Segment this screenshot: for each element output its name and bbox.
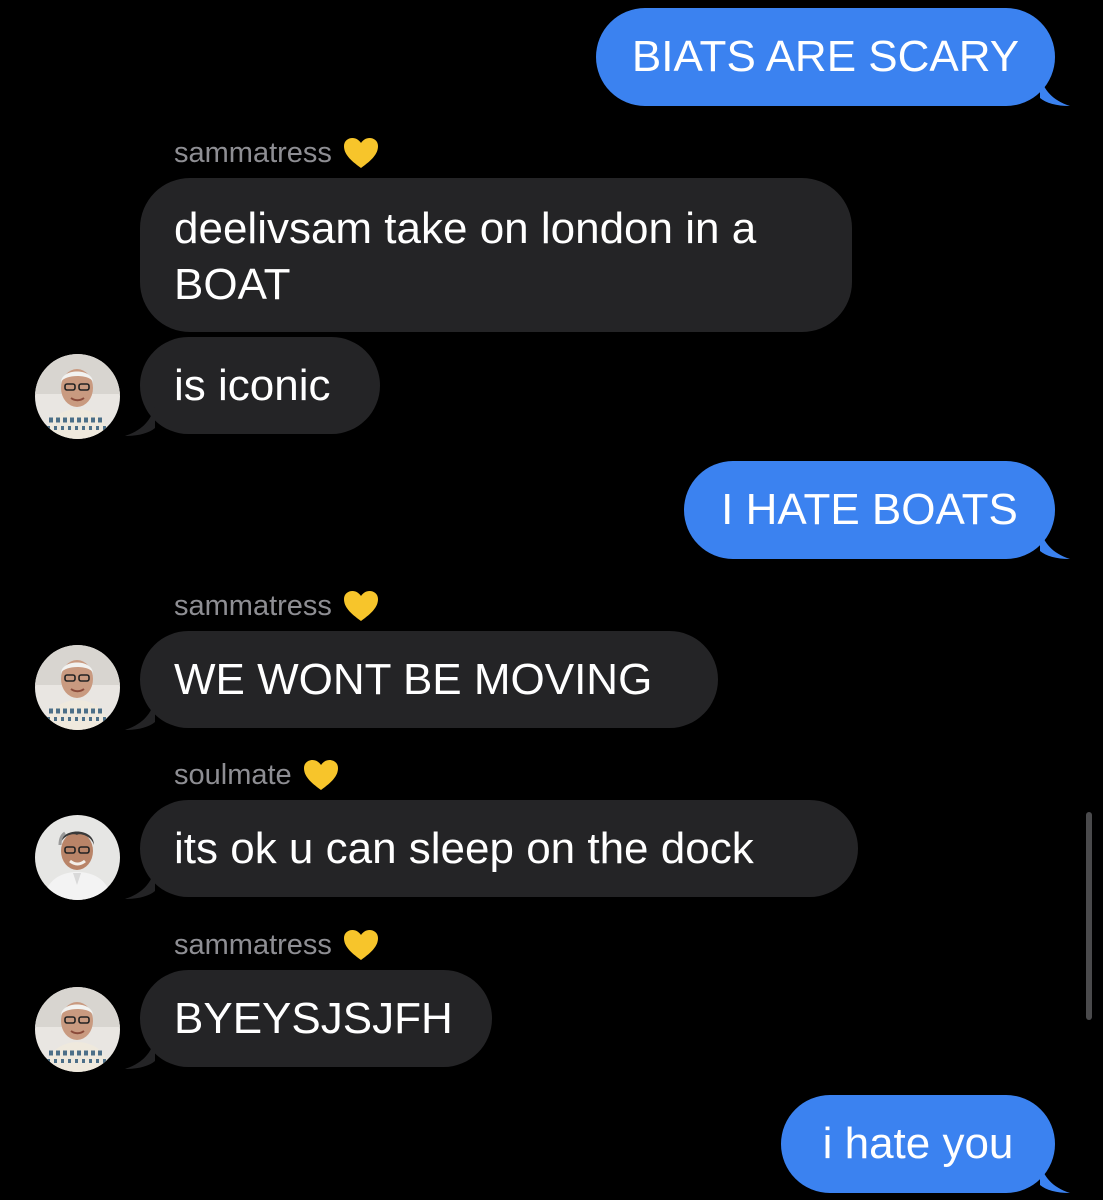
sent-bubble-tail: [1040, 1163, 1070, 1193]
message-text: is iconic: [174, 361, 331, 410]
sender-name: sammatress: [174, 929, 332, 961]
scroll-indicator[interactable]: [1086, 812, 1092, 1020]
sent-message-bubble[interactable]: I HATE BOATS: [684, 461, 1055, 559]
sent-message-bubble[interactable]: BIATS ARE SCARY: [596, 8, 1055, 106]
sender-name: sammatress: [174, 590, 332, 622]
message-text: BYEYSJSJFH: [174, 994, 453, 1043]
sent-message-bubble[interactable]: i hate you: [781, 1095, 1055, 1193]
sender-label: sammatress: [174, 136, 380, 170]
message-text: I HATE BOATS: [721, 485, 1018, 534]
sender-label: sammatress: [174, 928, 380, 962]
received-bubble-tail: [125, 1039, 155, 1069]
avatar-photo: [35, 987, 120, 1072]
sender-label: soulmate: [174, 758, 340, 792]
yellow-heart-icon: [343, 591, 378, 621]
avatar-photo: [35, 354, 120, 439]
yellow-heart-icon: [343, 930, 378, 960]
message-text: BIATS ARE SCARY: [631, 32, 1020, 81]
received-bubble-tail: [125, 406, 155, 436]
message-text: its ok u can sleep on the dock: [174, 824, 754, 873]
yellow-heart-icon: [303, 760, 338, 790]
yellow-heart-icon: [343, 138, 378, 168]
avatar-photo: [35, 645, 120, 730]
message-text: deelivsam take on london in a BOAT: [174, 204, 757, 309]
message-text: WE WONT BE MOVING: [174, 655, 653, 704]
avatar[interactable]: [35, 354, 120, 439]
received-bubble-tail: [125, 700, 155, 730]
sender-name: sammatress: [174, 137, 332, 169]
sender-label: sammatress: [174, 589, 380, 623]
received-message-bubble[interactable]: WE WONT BE MOVING: [140, 631, 718, 728]
sender-name: soulmate: [174, 759, 292, 791]
received-bubble-tail: [125, 869, 155, 899]
received-message-bubble[interactable]: deelivsam take on london in a BOAT: [140, 178, 852, 332]
received-message-bubble[interactable]: is iconic: [140, 337, 380, 434]
avatar[interactable]: [35, 987, 120, 1072]
received-message-bubble[interactable]: BYEYSJSJFH: [140, 970, 492, 1067]
sent-bubble-tail: [1040, 76, 1070, 106]
message-text: i hate you: [822, 1119, 1014, 1168]
avatar[interactable]: [35, 645, 120, 730]
received-message-bubble[interactable]: its ok u can sleep on the dock: [140, 800, 858, 897]
avatar-photo: [35, 815, 120, 900]
avatar[interactable]: [35, 815, 120, 900]
sent-bubble-tail: [1040, 529, 1070, 559]
